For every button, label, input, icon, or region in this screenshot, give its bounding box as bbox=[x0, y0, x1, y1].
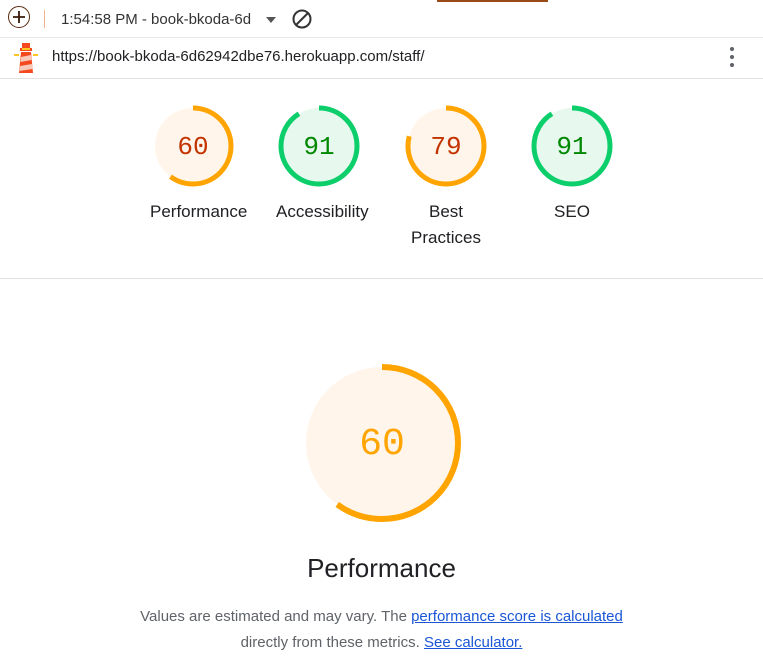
gauge-ring: 60 bbox=[303, 364, 461, 522]
performance-title: Performance bbox=[307, 553, 456, 583]
desc-middle: directly from these metrics. bbox=[240, 634, 424, 651]
performance-description: Values are estimated and may vary. The p… bbox=[0, 604, 763, 656]
gauge-seo[interactable]: 91 SEO bbox=[529, 103, 615, 225]
report-url: https://book-bkoda-6d62942dbe76.herokuap… bbox=[52, 48, 425, 65]
chevron-down-icon bbox=[266, 16, 276, 23]
report-selector-label: 1:54:58 PM - book-bkoda-6d bbox=[61, 10, 252, 28]
gauge-score: 91 bbox=[556, 132, 587, 162]
gauge-ring: 60 bbox=[152, 105, 234, 187]
active-tab-indicator bbox=[437, 0, 548, 2]
lighthouse-icon bbox=[14, 43, 38, 73]
gauge-ring: 91 bbox=[531, 105, 613, 187]
see-calculator-link[interactable]: See calculator. bbox=[424, 634, 522, 651]
gauge-score: 60 bbox=[177, 132, 208, 162]
gauge-label: Accessibility bbox=[276, 202, 369, 221]
clear-reports-button[interactable] bbox=[291, 8, 313, 30]
desc-prefix: Values are estimated and may vary. The bbox=[140, 608, 412, 625]
gauge-score: 79 bbox=[430, 132, 461, 162]
devtools-toolbar: 1:54:58 PM - book-bkoda-6d bbox=[0, 0, 763, 38]
gauge-label: SEO bbox=[554, 202, 590, 221]
score-calculated-link[interactable]: performance score is calculated bbox=[411, 608, 623, 625]
gauge-performance[interactable]: 60 Performance bbox=[150, 103, 248, 225]
performance-gauge-large: 60 bbox=[300, 361, 464, 525]
more-vert-icon bbox=[730, 47, 734, 51]
more-vert-dot bbox=[730, 63, 734, 67]
more-options-button[interactable] bbox=[724, 45, 740, 69]
toolbar-separator bbox=[44, 10, 45, 28]
report-url-bar: https://book-bkoda-6d62942dbe76.herokuap… bbox=[0, 37, 763, 79]
new-report-button[interactable] bbox=[8, 6, 30, 28]
gauge-accessibility[interactable]: 91 Accessibility bbox=[276, 103, 369, 225]
gauge-label: Performance bbox=[150, 202, 248, 221]
gauge-ring: 91 bbox=[278, 105, 360, 187]
block-icon bbox=[291, 9, 313, 34]
gauge-ring: 79 bbox=[405, 105, 487, 187]
gauge-best-practices[interactable]: 79 Best Practices bbox=[403, 103, 489, 251]
gauge-score: 91 bbox=[303, 132, 334, 162]
report-selector[interactable]: 1:54:58 PM - book-bkoda-6d bbox=[61, 9, 276, 29]
section-divider bbox=[0, 278, 763, 279]
performance-score-large: 60 bbox=[359, 423, 405, 466]
gauge-label: Best Practices bbox=[411, 202, 481, 247]
more-vert-dot bbox=[730, 55, 734, 59]
